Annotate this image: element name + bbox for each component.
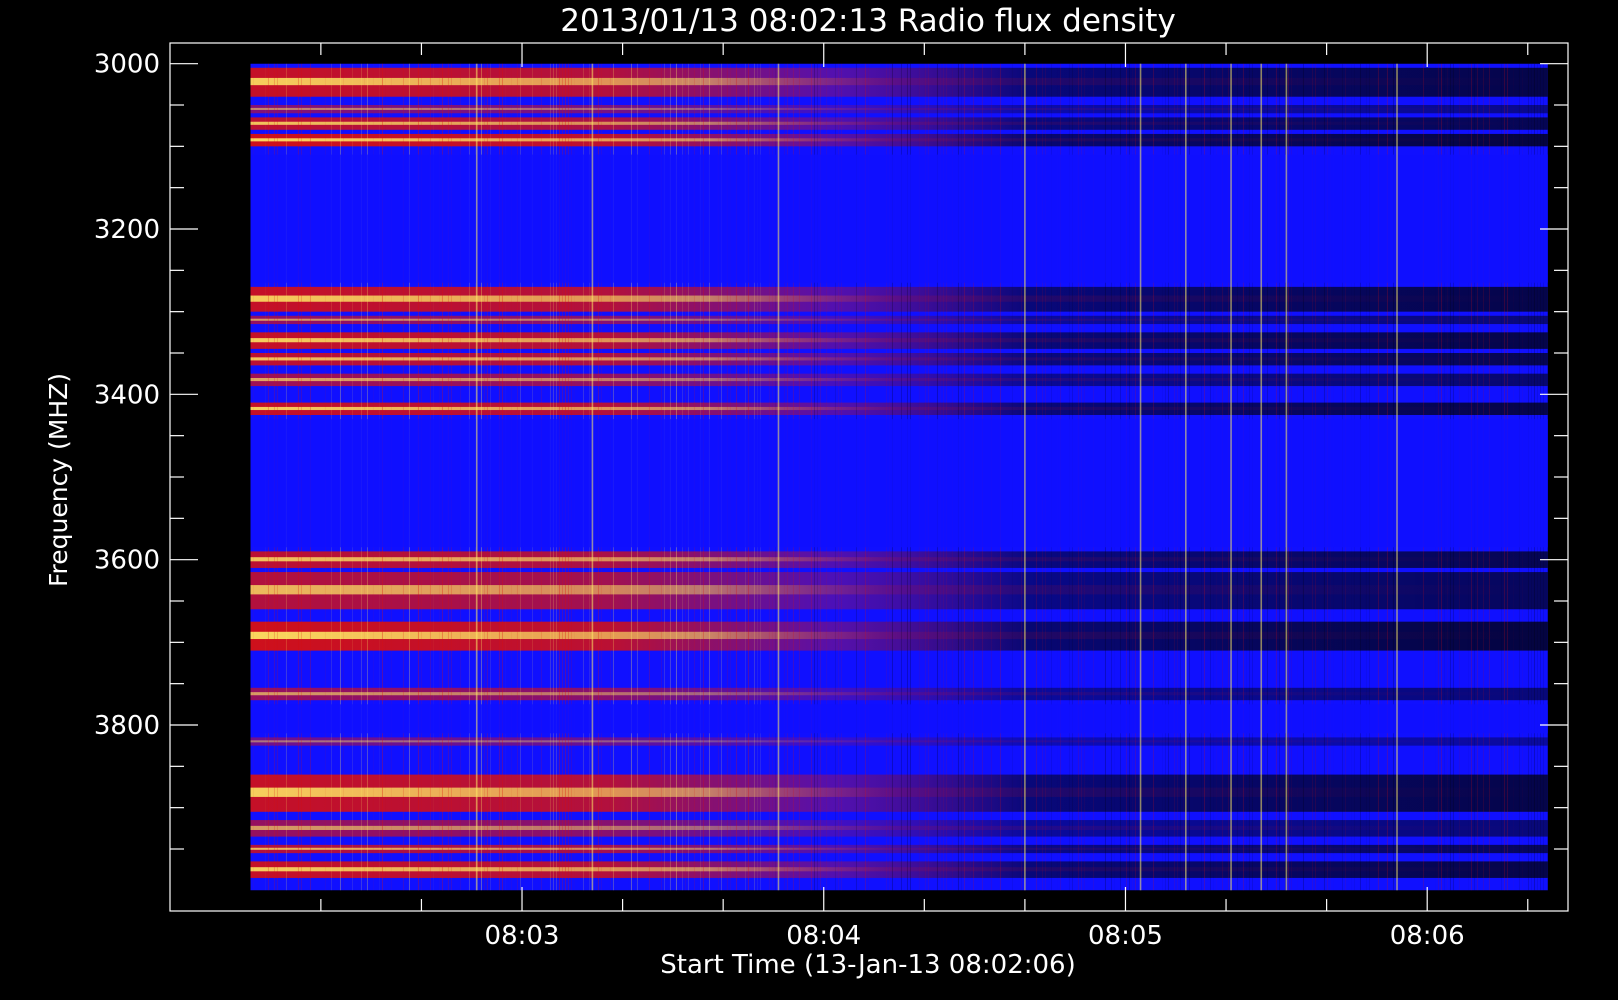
spectrogram-chart: 3000 3200 3400 3600 3800 08:03 08:04 08:05 08:06… [0,0,1618,1000]
x-tick-label: 08:04 [786,921,861,951]
y-tick-label: 3800 [94,711,160,741]
emission-band-core [250,295,1548,302]
emission-band-core [250,406,1548,411]
emission-band-core [250,138,1548,142]
chart-title: 2013/01/13 08:02:13 Radio flux density [560,3,1176,39]
quiet-band [250,154,1548,283]
y-tick-label: 3200 [94,215,160,245]
y-tick-label: 3000 [94,50,160,80]
emission-band-core [250,631,1548,640]
quiet-band [250,704,1548,734]
emission-band-core [250,378,1548,382]
x-tick-label: 08:03 [485,921,560,951]
x-axis-label: Start Time (13-Jan-13 08:02:06) [660,950,1075,980]
y-tick-label: 3400 [94,380,160,410]
emission-band-core [250,338,1548,343]
y-axis-label: Frequency (MHZ) [44,373,73,587]
emission-band-core [250,357,1548,361]
heatmap-area [250,63,1548,891]
emission-band-core [250,847,1548,850]
emission-band-core [250,867,1548,872]
emission-band-core [250,318,1548,321]
quiet-band [250,419,1548,548]
x-tick-label: 08:06 [1390,921,1465,951]
emission-band-core [250,740,1548,743]
emission-band-core [250,77,1548,86]
y-tick-label: 3600 [94,546,160,576]
emission-band-core [250,585,1548,595]
emission-band-core [250,107,1548,110]
emission-band-core [250,692,1548,696]
emission-band-core [250,121,1548,125]
emission-band-core [250,825,1548,830]
emission-band-core [250,557,1548,562]
x-tick-label: 08:05 [1088,921,1163,951]
emission-band-core [250,787,1548,797]
